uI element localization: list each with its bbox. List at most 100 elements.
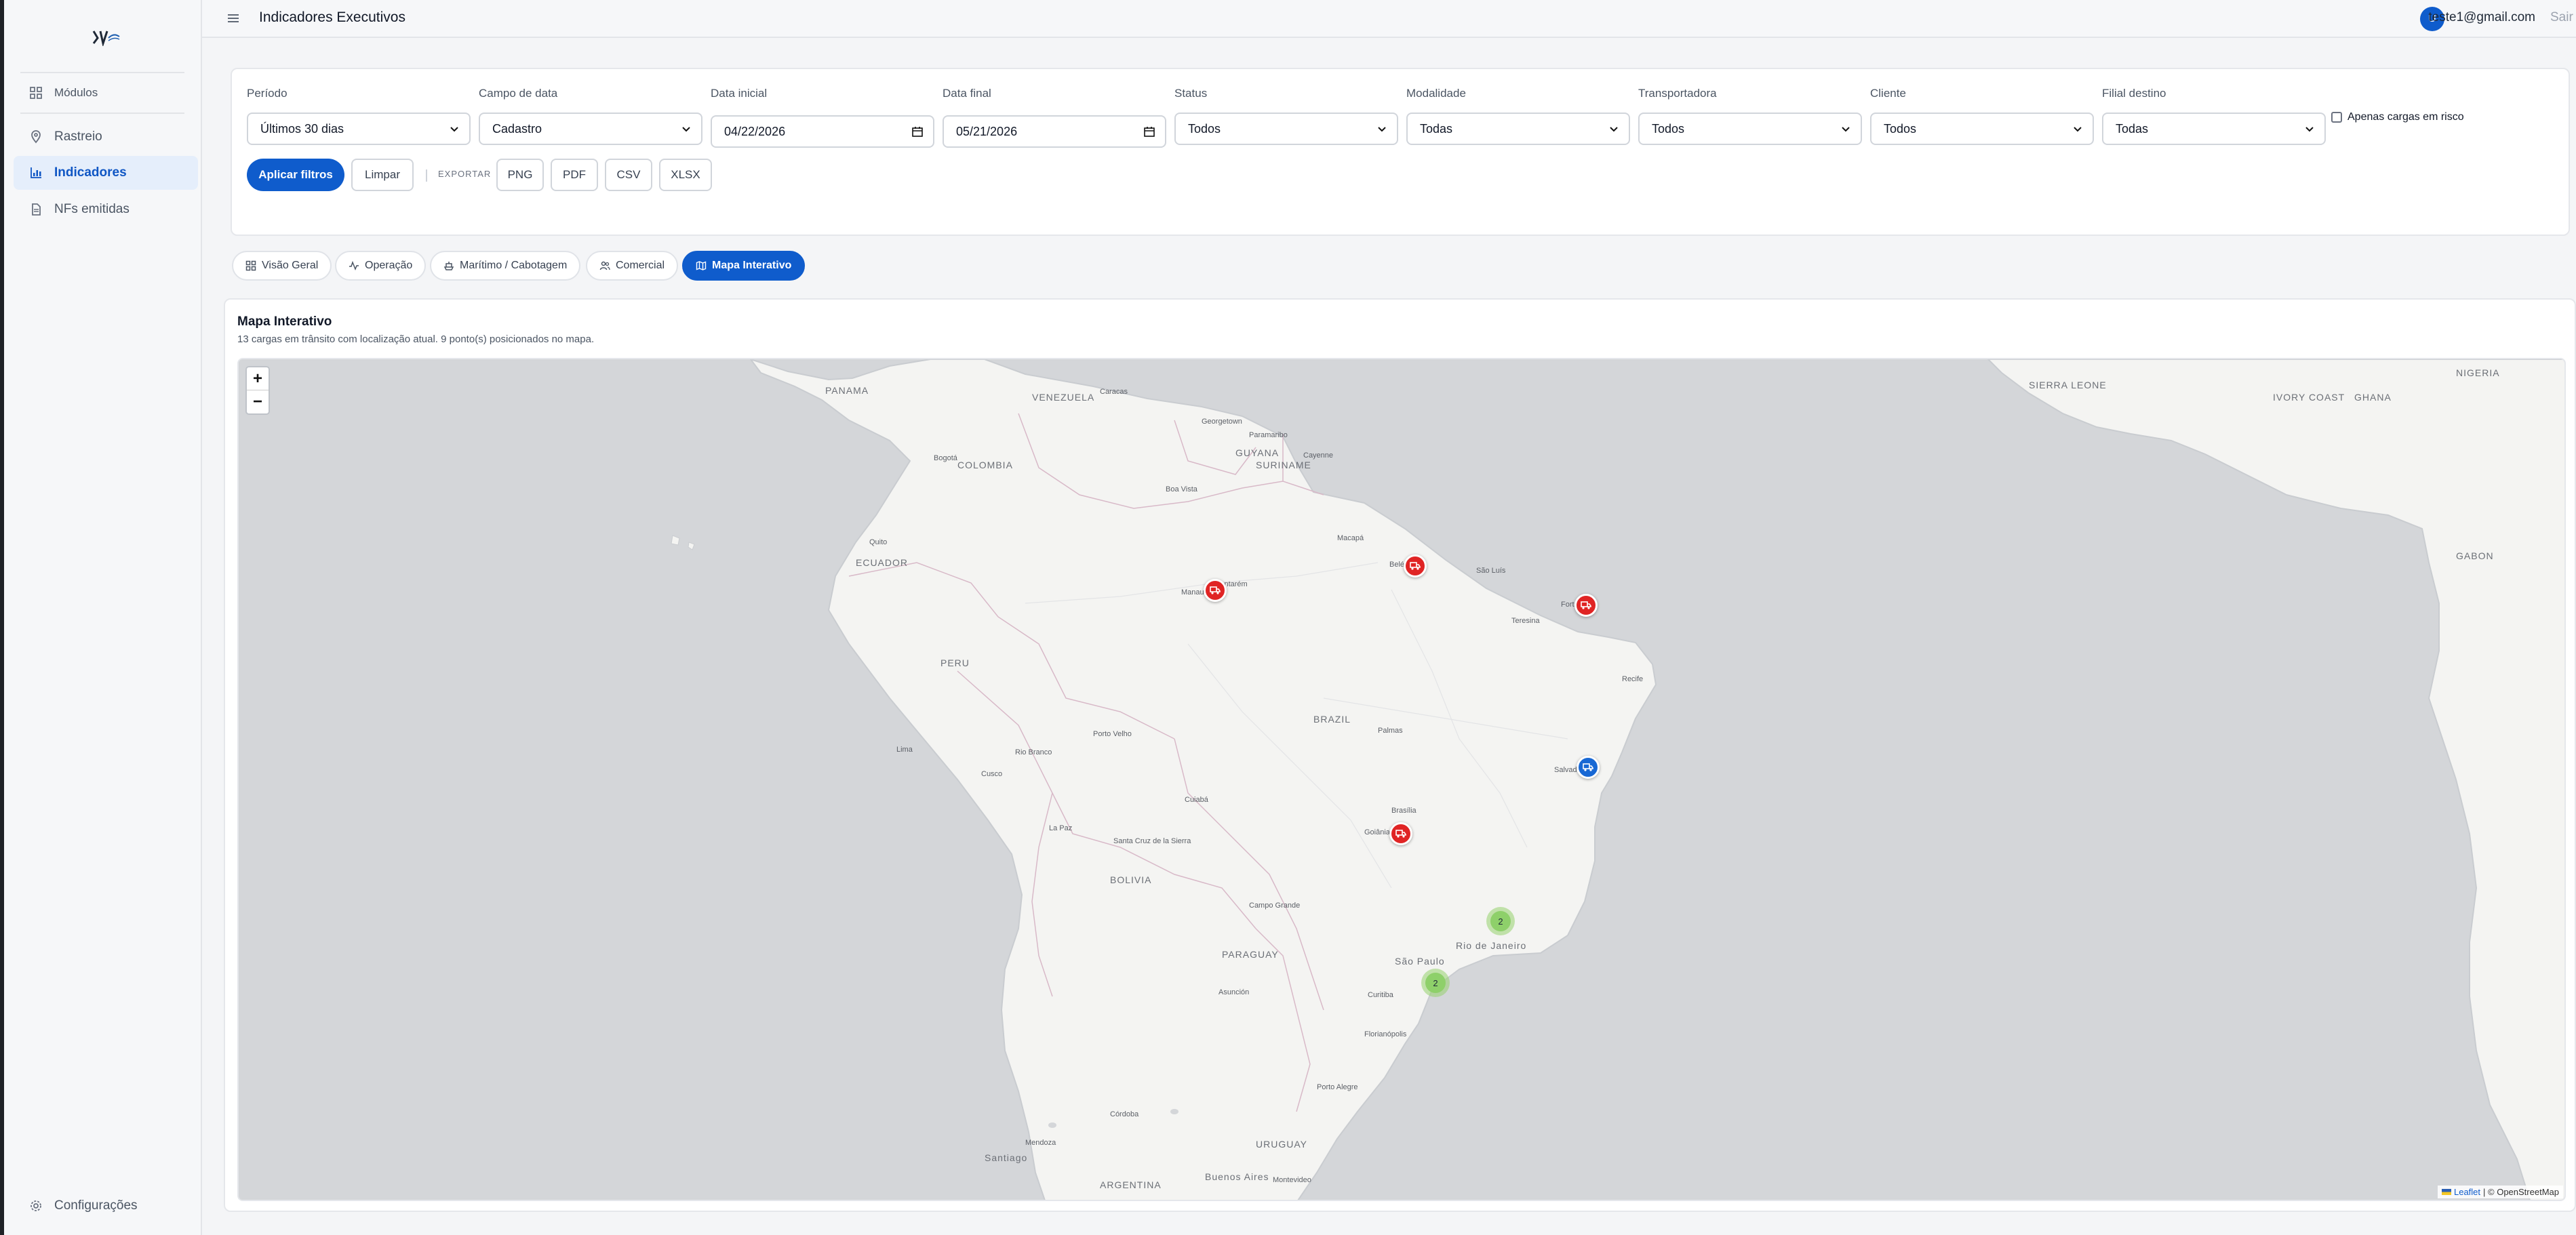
chevron-down-icon <box>1378 127 1386 132</box>
label-rio-branco: Rio Branco <box>1015 748 1052 756</box>
user-email: teste1@gmail.com <box>2428 10 2535 24</box>
sidebar-item-configuracoes[interactable]: Configurações <box>14 1189 198 1223</box>
sidebar-item-nfs-emitidas[interactable]: NFs emitidas <box>14 193 198 226</box>
risk-only-checkbox[interactable] <box>2331 112 2342 123</box>
cluster-marker[interactable]: 2 <box>1486 907 1515 935</box>
sidebar-item-rastreio[interactable]: Rastreio <box>14 120 198 154</box>
label-peru: PERU <box>940 657 970 668</box>
label-teresina: Teresina <box>1511 617 1540 625</box>
chevron-down-icon <box>1842 127 1850 132</box>
sidebar-item-label: Módulos <box>54 86 98 99</box>
data-inicial-value: 04/22/2026 <box>724 124 786 138</box>
tab-comercial[interactable]: Comercial <box>586 251 679 281</box>
cliente-select[interactable]: Todos <box>1870 113 2094 145</box>
tab-maritimo-cabotagem[interactable]: Marítimo / Cabotagem <box>430 251 581 281</box>
campo-data-label: Campo de data <box>479 87 558 100</box>
activity-icon <box>349 260 359 271</box>
label-la-paz: La Paz <box>1049 824 1073 832</box>
zoom-in-button[interactable]: + <box>247 367 269 390</box>
sidebar-item-modulos[interactable]: Módulos <box>14 76 198 110</box>
apply-filters-button[interactable]: Aplicar filtros <box>247 159 344 191</box>
tab-label: Mapa Interativo <box>712 260 792 271</box>
label-nigeria: NIGERIA <box>2456 367 2500 378</box>
tab-label: Comercial <box>616 260 665 271</box>
zoom-control: + − <box>245 366 270 415</box>
sidebar-divider <box>20 72 184 73</box>
calendar-icon[interactable] <box>911 125 924 138</box>
export-pdf-button[interactable]: PDF <box>551 159 598 191</box>
menu-toggle-icon[interactable] <box>226 12 240 25</box>
cargo-marker-belem[interactable] <box>1404 554 1427 578</box>
dashboard-icon <box>245 260 256 271</box>
label-curitiba: Curitiba <box>1368 991 1393 999</box>
label-caracas: Caracas <box>1100 388 1128 396</box>
label-uruguay: URUGUAY <box>1256 1139 1307 1150</box>
cargo-marker-salvador[interactable] <box>1577 756 1600 779</box>
export-xlsx-button[interactable]: XLSX <box>659 159 712 191</box>
document-icon <box>28 202 43 217</box>
tab-label: Operação <box>365 260 413 271</box>
risk-only-toggle[interactable]: Apenas cargas em risco <box>2331 111 2464 123</box>
transportadora-value: Todos <box>1652 121 1685 136</box>
data-final-input[interactable]: 05/21/2026 <box>943 115 1166 148</box>
ship-icon <box>443 260 454 271</box>
label-suriname: SURINAME <box>1256 460 1311 470</box>
data-inicial-input[interactable]: 04/22/2026 <box>711 115 934 148</box>
label-porto-alegre: Porto Alegre <box>1317 1083 1358 1091</box>
label-santiago: Santiago <box>985 1152 1028 1163</box>
data-inicial-label: Data inicial <box>711 87 768 100</box>
campo-data-value: Cadastro <box>492 121 542 136</box>
sidebar-item-label: Rastreio <box>54 129 102 144</box>
leaflet-link[interactable]: Leaflet <box>2454 1187 2480 1197</box>
truck-icon <box>1583 763 1593 771</box>
label-goiania: Goiânia <box>1364 828 1390 836</box>
logout-button[interactable]: Sair <box>2550 10 2576 25</box>
tab-visao-geral[interactable]: Visão Geral <box>232 251 332 281</box>
interactive-map[interactable]: VENEZUELA COLOMBIA GUYANA SURINAME ECUAD… <box>237 358 2566 1201</box>
label-campo-grande: Campo Grande <box>1249 902 1301 910</box>
modalidade-label: Modalidade <box>1406 87 1466 100</box>
tab-mapa-interativo[interactable]: Mapa Interativo <box>682 251 806 281</box>
cargo-marker-goiania[interactable] <box>1389 822 1412 845</box>
tab-operacao[interactable]: Operação <box>335 251 427 281</box>
truck-icon <box>1210 586 1221 594</box>
label-ecuador: ECUADOR <box>856 557 909 568</box>
cliente-value: Todos <box>1884 121 1917 136</box>
clear-filters-button[interactable]: Limpar <box>351 159 414 191</box>
modalidade-select[interactable]: Todas <box>1406 113 1630 145</box>
data-final-label: Data final <box>943 87 991 100</box>
periodo-select[interactable]: Últimos 30 dias <box>247 113 471 145</box>
label-georgetown: Georgetown <box>1202 418 1242 426</box>
company-logo <box>92 31 120 46</box>
sidebar-item-indicadores[interactable]: Indicadores <box>14 156 198 190</box>
label-mendoza: Mendoza <box>1025 1139 1056 1147</box>
cluster-marker[interactable]: 2 <box>1421 969 1450 997</box>
label-cayenne: Cayenne <box>1303 451 1334 460</box>
sidebar-item-label: NFs emitidas <box>54 202 130 216</box>
chevron-down-icon <box>1610 127 1618 132</box>
filial-destino-value: Todas <box>2116 121 2149 136</box>
label-bogota: Bogotá <box>934 454 957 462</box>
label-cusco: Cusco <box>981 770 1003 778</box>
status-select[interactable]: Todos <box>1174 113 1398 145</box>
label-asuncion: Asunción <box>1218 988 1250 996</box>
chevron-down-icon <box>2074 127 2082 132</box>
campo-data-select[interactable]: Cadastro <box>479 113 702 145</box>
tab-label: Visão Geral <box>262 260 319 271</box>
filial-destino-select[interactable]: Todas <box>2102 113 2326 145</box>
export-png-button[interactable]: PNG <box>496 159 544 191</box>
cargo-marker-fortaleza[interactable] <box>1574 594 1598 617</box>
tab-label: Marítimo / Cabotagem <box>460 260 568 271</box>
label-sierra-leone: SIERRA LEONE <box>2029 380 2107 390</box>
top-bar: Indicadores Executivos U teste1@gmail.co… <box>202 0 2576 38</box>
label-porto-velho: Porto Velho <box>1093 730 1132 738</box>
cargo-marker-manaus[interactable] <box>1204 579 1227 602</box>
transportadora-select[interactable]: Todos <box>1638 113 1862 145</box>
chevron-down-icon <box>682 127 690 132</box>
zoom-out-button[interactable]: − <box>247 390 269 413</box>
truck-icon <box>1410 562 1421 570</box>
calendar-icon[interactable] <box>1143 125 1155 138</box>
label-brazil: BRAZIL <box>1313 714 1351 725</box>
export-csv-button[interactable]: CSV <box>605 159 652 191</box>
label-paramaribo: Paramaribo <box>1249 431 1288 439</box>
